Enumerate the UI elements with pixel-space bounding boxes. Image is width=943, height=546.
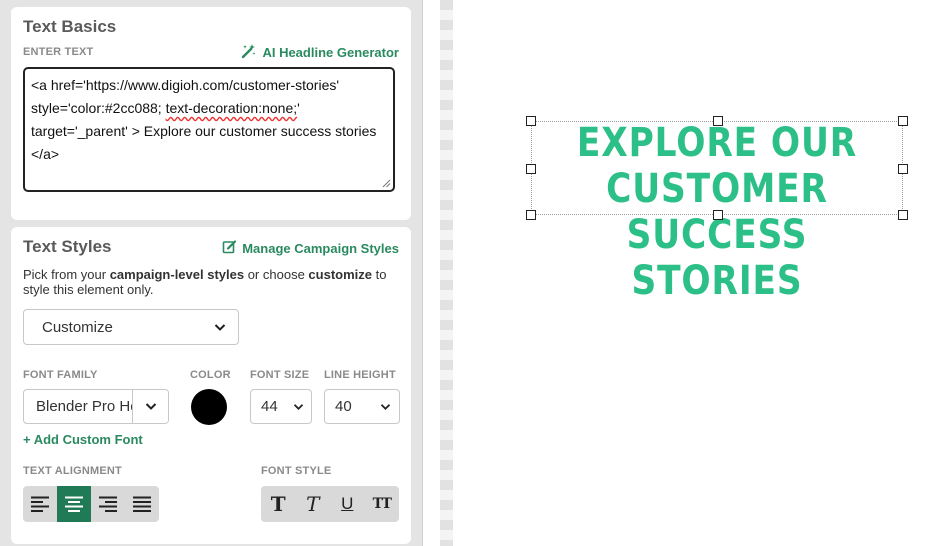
font-family-dropdown-button[interactable]: [132, 390, 168, 423]
chevron-down-icon: [380, 404, 391, 411]
line-height-select[interactable]: 40: [324, 389, 400, 424]
text-alignment-group: [23, 486, 159, 522]
resize-handle-bottom-right[interactable]: [898, 210, 908, 220]
ai-headline-generator-link[interactable]: AI Headline Generator: [241, 43, 399, 62]
manage-campaign-styles-link[interactable]: Manage Campaign Styles: [222, 239, 399, 257]
font-style-label: FONT STYLE: [261, 465, 332, 477]
color-swatch[interactable]: [191, 389, 227, 425]
text-basics-card: Text Basics ENTER TEXT AI Headline Gener…: [11, 7, 411, 220]
text-styles-card: Text Styles Manage Campaign Styles Pick …: [11, 227, 411, 544]
uppercase-button[interactable]: TT: [365, 486, 400, 522]
resize-handle-left[interactable]: [526, 164, 536, 174]
ai-headline-generator-label: AI Headline Generator: [262, 45, 399, 60]
align-right-icon: [99, 496, 117, 512]
underline-button[interactable]: U: [330, 486, 365, 522]
resize-handle-bottom[interactable]: [713, 210, 723, 220]
line-height-value: 40: [335, 398, 352, 415]
magic-wand-icon: [241, 43, 257, 62]
enter-text-textarea[interactable]: <a href='https://www.digioh.com/customer…: [23, 67, 395, 192]
chevron-down-icon: [293, 404, 304, 411]
font-family-value: Blender Pro Heavy: [36, 398, 136, 415]
chevron-down-icon: [214, 324, 226, 331]
style-source-select[interactable]: Customize: [23, 309, 239, 345]
textarea-text-spellcheck: text-decoration:none;: [165, 100, 298, 116]
align-center-icon: [65, 496, 83, 512]
uppercase-icon: TT: [372, 496, 392, 512]
italic-button[interactable]: T: [296, 486, 331, 522]
align-justify-icon: [133, 496, 151, 512]
color-label: COLOR: [190, 369, 231, 381]
font-family-select[interactable]: Blender Pro Heavy: [23, 389, 169, 424]
properties-panel: Text Basics ENTER TEXT AI Headline Gener…: [0, 0, 422, 546]
text-styles-title: Text Styles: [23, 237, 112, 256]
font-size-select[interactable]: 44: [250, 389, 312, 424]
font-family-label: FONT FAMILY: [23, 369, 98, 381]
canvas-edge-strip: [440, 0, 453, 546]
add-custom-font-link[interactable]: + Add Custom Font: [23, 432, 143, 447]
styles-help-text: Pick from your campaign-level styles or …: [23, 267, 403, 297]
resize-handle-top-right[interactable]: [898, 116, 908, 126]
panel-divider: [422, 0, 423, 546]
enter-text-label: ENTER TEXT: [23, 46, 94, 58]
align-right-button[interactable]: [91, 486, 125, 522]
underline-icon: U: [341, 494, 354, 513]
bold-icon: T: [270, 492, 286, 516]
help-bold-campaign: campaign-level styles: [109, 267, 245, 282]
help-prefix: Pick from your: [23, 267, 110, 282]
bold-button[interactable]: T: [261, 486, 296, 522]
align-justify-button[interactable]: [125, 486, 159, 522]
help-mid: or choose: [244, 267, 309, 282]
help-bold-customize: customize: [308, 267, 372, 282]
italic-icon: T: [306, 492, 320, 516]
resize-grip-icon[interactable]: [382, 179, 391, 188]
line-height-label: LINE HEIGHT: [324, 369, 396, 381]
text-basics-title: Text Basics: [23, 17, 117, 36]
font-size-value: 44: [261, 398, 278, 415]
style-source-value: Customize: [42, 318, 113, 336]
align-center-button[interactable]: [57, 486, 91, 522]
font-style-group: T T U TT: [261, 486, 399, 522]
edit-icon: [222, 239, 237, 257]
text-alignment-label: TEXT ALIGNMENT: [23, 465, 122, 477]
resize-handle-top[interactable]: [713, 116, 723, 126]
resize-handle-top-left[interactable]: [526, 116, 536, 126]
resize-handle-right[interactable]: [898, 164, 908, 174]
chevron-down-icon: [145, 403, 156, 410]
resize-handle-bottom-left[interactable]: [526, 210, 536, 220]
manage-campaign-styles-label: Manage Campaign Styles: [242, 240, 399, 256]
font-size-label: FONT SIZE: [250, 369, 310, 381]
align-left-button[interactable]: [23, 486, 57, 522]
align-left-icon: [31, 496, 49, 512]
